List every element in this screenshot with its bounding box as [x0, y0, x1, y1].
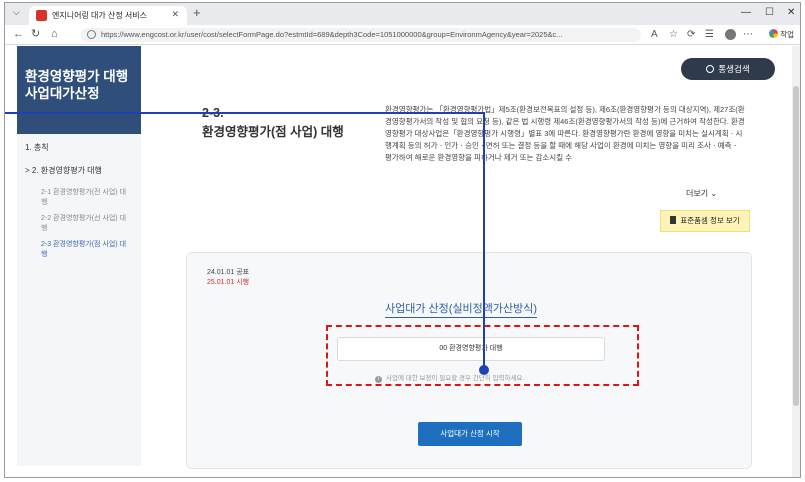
more-label: 더보기: [686, 189, 709, 198]
integrated-search-button[interactable]: 통생검색: [681, 58, 775, 80]
sidebar-item-eia-point[interactable]: 2-3 환경영향평가(점 사업) 대행: [17, 240, 127, 260]
tab-bar: ⌵ 엔지니어링 대가 산정 서비스 ✕ + — ☐ ✕: [5, 3, 800, 25]
site-favicon-icon: [36, 10, 47, 21]
back-icon[interactable]: ←: [13, 28, 24, 41]
business-select[interactable]: 00 환경영향평가 대행: [337, 337, 605, 361]
new-tab-icon[interactable]: +: [193, 6, 201, 20]
home-icon[interactable]: ⌂: [51, 28, 58, 41]
sidebar-header: 환경영향평가 대행 사업대가산정: [17, 46, 141, 134]
standard-info-label: 표준품셈 정보 보기: [680, 216, 740, 225]
page-content: 환경영향평가 대행 사업대가산정 1. 총칙 > 2. 환경영향평가 대행 2-…: [5, 46, 800, 477]
annotation-line-horizontal: [5, 112, 485, 114]
url-text: https://www.engcost.or.kr/user/cost/sele…: [101, 30, 563, 39]
minimize-icon[interactable]: —: [741, 7, 751, 18]
sidebar-item-general[interactable]: 1. 총칙: [17, 142, 141, 153]
scrollbar-thumb[interactable]: [793, 86, 799, 406]
read-aloud-icon[interactable]: A: [651, 28, 658, 41]
search-icon: [706, 65, 715, 73]
more-toggle[interactable]: 더보기 ⌄: [686, 188, 717, 199]
extension-label: 작업: [780, 30, 794, 39]
close-tab-icon[interactable]: ✕: [171, 9, 179, 20]
copilot-icon: [769, 29, 779, 38]
more-menu-icon[interactable]: ⋯: [743, 28, 753, 41]
correction-notice: i 사업에 대한 보정이 필요할 경우 간단히 입력하세요.: [375, 372, 524, 383]
standard-info-button[interactable]: 표준품셈 정보 보기: [660, 210, 750, 232]
tab-title: 엔지니어링 대가 산정 서비스: [52, 11, 147, 20]
calculation-card: 24.01.01 공표 25.01.01 시행 사업대가 산정(실비정액가산방식…: [186, 252, 752, 469]
start-calculation-button[interactable]: 사업대가 산정 시작: [418, 422, 522, 446]
sidebar-title: 환경영향평가 대행 사업대가산정: [25, 69, 129, 101]
address-bar: ← ↻ ⌂ https://www.engcost.or.kr/user/cos…: [5, 25, 800, 45]
site-info-icon[interactable]: [87, 30, 96, 39]
browser-tab[interactable]: 엔지니어링 대가 산정 서비스 ✕: [29, 6, 187, 25]
close-window-icon[interactable]: ✕: [787, 7, 795, 18]
section-title: 환경영향평가(점 사업) 대행: [202, 125, 344, 139]
sidebar-item-eia-agency[interactable]: > 2. 환경영향평가 대행: [17, 165, 141, 176]
tab-list-icon[interactable]: ⌵: [13, 7, 20, 18]
search-label: 통생검색: [718, 64, 750, 74]
sidebar-item-eia-line[interactable]: 2-2 환경영향평가(선 사업) 대행: [17, 214, 127, 234]
annotation-pointer: [479, 365, 489, 375]
copilot-extension[interactable]: 작업: [769, 29, 794, 40]
collections-icon[interactable]: ☰: [705, 28, 714, 41]
announce-date: 24.01.01 공표: [207, 269, 250, 276]
sidebar: 환경영향평가 대행 사업대가산정 1. 총칙 > 2. 환경영향평가 대행 2-…: [17, 46, 141, 466]
sidebar-menu: 1. 총칙 > 2. 환경영향평가 대행 2-1 환경영향평가(전 사업) 대행…: [17, 142, 141, 266]
calculation-title-link[interactable]: 사업대가 산정(실비정액가산방식): [385, 300, 538, 318]
document-icon: [670, 216, 677, 224]
reload-icon[interactable]: ↻: [31, 28, 40, 41]
refresh-extension-icon[interactable]: ⟳: [687, 28, 695, 41]
maximize-icon[interactable]: ☐: [765, 7, 774, 18]
sidebar-item-eia-full[interactable]: 2-1 환경영향평가(전 사업) 대행: [17, 188, 127, 208]
notice-text: 사업에 대한 보정이 필요할 경우 간단히 입력하세요.: [386, 375, 525, 382]
effective-date: 25.01.01 시행: [207, 279, 250, 286]
chevron-down-icon: ⌄: [710, 189, 718, 198]
page-scrollbar[interactable]: [792, 46, 800, 477]
profile-avatar-icon[interactable]: [725, 29, 736, 40]
info-icon: i: [375, 376, 382, 383]
url-field[interactable]: https://www.engcost.or.kr/user/cost/sele…: [81, 28, 641, 42]
favorite-icon[interactable]: ☆: [669, 28, 678, 41]
browser-window: ⌵ 엔지니어링 대가 산정 서비스 ✕ + — ☐ ✕ ← ↻ ⌂ https:…: [4, 2, 801, 478]
annotation-line-vertical: [483, 112, 485, 369]
